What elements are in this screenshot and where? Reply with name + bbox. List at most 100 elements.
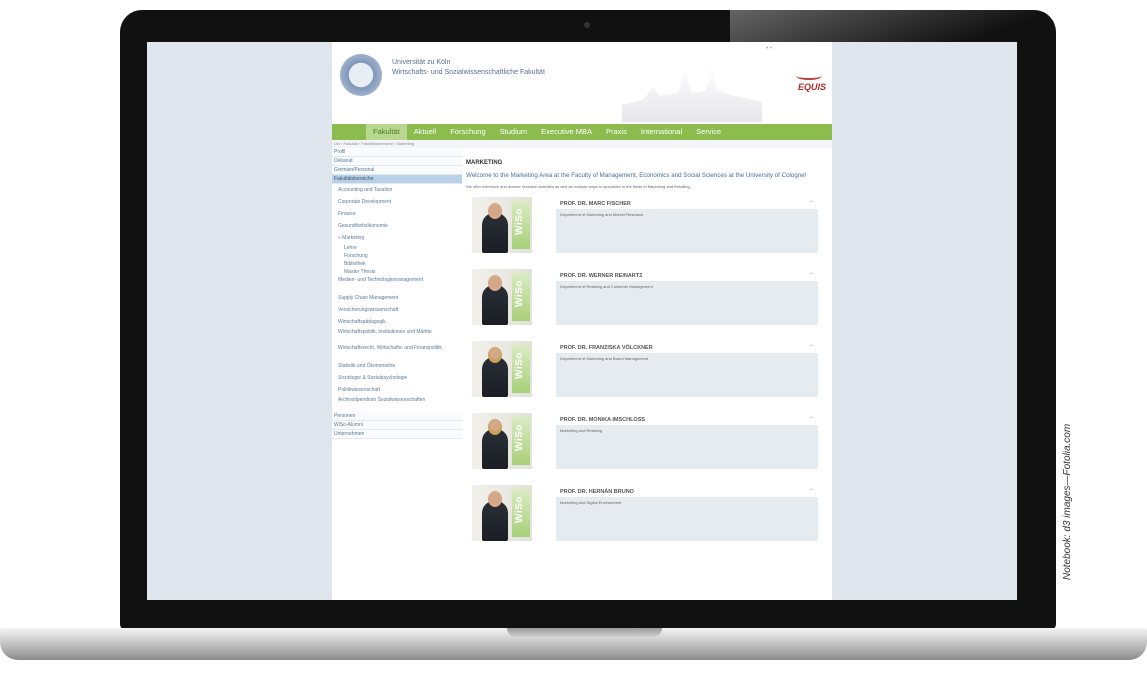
header-dots: • • <box>766 46 772 52</box>
professor-name[interactable]: PROF. DR. WERNER REINARTZ <box>556 269 818 281</box>
person-silhouette <box>482 501 508 541</box>
professor-name[interactable]: PROF. DR. MARC FISCHER <box>556 197 818 209</box>
main-navigation: Fakultät Aktuell Forschung Studium Execu… <box>332 124 832 140</box>
sidebar-item[interactable]: Lehre <box>332 244 462 252</box>
sidebar-item[interactable]: » Marketing <box>332 232 462 244</box>
nav-international[interactable]: International <box>634 124 689 140</box>
professor-card[interactable]: WiSo PROF. DR. HERNÁN BRUNO Marketing and … <box>466 485 832 545</box>
sidebar-item[interactable]: Personen <box>332 412 462 421</box>
welcome-text: Welcome to the Marketing Area at the Fac… <box>466 172 807 179</box>
sidebar-item[interactable]: Supply Chain Management <box>332 292 462 304</box>
nav-executive-mba[interactable]: Executive MBA <box>534 124 599 140</box>
sidebar-item[interactable]: Wirtschaftsrecht, Wirtschafts- und Finan… <box>332 344 462 360</box>
professor-list: WiSo PROF. DR. MARC FISCHER Department of … <box>466 197 832 545</box>
sidebar-item[interactable]: Archivstipendium Sozialwissenschaften <box>332 396 462 412</box>
laptop-scene: Universität zu Köln Wirtschafts- und Soz… <box>0 0 1147 673</box>
arrow-right-icon[interactable]: → <box>808 414 814 420</box>
equis-logo: EQUIS <box>797 82 826 92</box>
sidebar-item[interactable]: Bibliothek <box>332 260 462 268</box>
professor-department: Marketing and Digital Environment <box>560 500 622 505</box>
sidebar-item[interactable]: Accounting and Taxation <box>332 184 462 196</box>
person-silhouette <box>482 285 508 325</box>
intro-text: We offer extensive and diverse research … <box>466 184 691 189</box>
sidebar-item[interactable]: Versicherungswissenschaft <box>332 304 462 316</box>
laptop-screen: Universität zu Köln Wirtschafts- und Soz… <box>147 42 1017 600</box>
sidebar-item[interactable]: Statistik und Ökonometrie <box>332 360 462 372</box>
sidebar-item[interactable]: Wirtschaftspolitik, Institutionen und Mä… <box>332 328 462 344</box>
professor-name[interactable]: PROF. DR. FRANZISKA VÖLCKNER <box>556 341 818 353</box>
photo-credit: Notebook: d3 images—Fotolia.com <box>1062 423 1073 580</box>
university-seal-icon[interactable] <box>340 54 382 96</box>
sidebar-item[interactable]: Medien- und Technologiemanagement <box>332 276 462 292</box>
professor-name[interactable]: PROF. DR. HERNÁN BRUNO <box>556 485 818 497</box>
arrow-right-icon[interactable]: → <box>808 198 814 204</box>
sidebar-item[interactable]: Gremien/Personal <box>332 166 462 175</box>
person-head <box>488 419 502 435</box>
sidebar-item[interactable]: Dekanat <box>332 157 462 166</box>
wiso-badge-label: WiSo <box>514 208 525 235</box>
professor-department: Department of Retailing and Customer Man… <box>560 284 653 289</box>
wiso-badge: WiSo <box>512 273 530 321</box>
cathedral-skyline-image <box>622 66 762 122</box>
webcam-icon <box>584 22 590 28</box>
sidebar-item[interactable]: Forschung <box>332 252 462 260</box>
professor-info: PROF. DR. FRANZISKA VÖLCKNER Department o… <box>556 341 818 397</box>
sidebar-item[interactable]: Unternehmen <box>332 430 462 439</box>
laptop-hinge-notch <box>507 628 662 637</box>
wiso-badge-label: WiSo <box>514 424 525 451</box>
professor-photo[interactable]: WiSo <box>472 413 532 469</box>
equis-logo-swoosh <box>796 72 822 80</box>
arrow-right-icon[interactable]: → <box>808 270 814 276</box>
professor-department: Marketing and Retailing <box>560 428 603 433</box>
page-title: MARKETING <box>466 160 503 166</box>
university-website: Universität zu Köln Wirtschafts- und Soz… <box>332 42 832 600</box>
sidebar-item[interactable]: Corporate Development <box>332 196 462 208</box>
person-head <box>488 203 502 219</box>
wiso-badge: WiSo <box>512 345 530 393</box>
professor-card[interactable]: WiSo PROF. DR. FRANZISKA VÖLCKNER Departme… <box>466 341 832 401</box>
wiso-badge: WiSo <box>512 201 530 249</box>
professor-info: PROF. DR. WERNER REINARTZ Department of R… <box>556 269 818 325</box>
nav-fakultaet[interactable]: Fakultät <box>366 124 407 140</box>
arrow-right-icon[interactable]: → <box>808 486 814 492</box>
professor-info: PROF. DR. HERNÁN BRUNO Marketing and Digi… <box>556 485 818 541</box>
professor-info: PROF. DR. MONIKA IMSCHLOSS Marketing and … <box>556 413 818 469</box>
sidebar-item[interactable]: Fakultätsbereiche <box>332 175 462 184</box>
nav-service[interactable]: Service <box>689 124 728 140</box>
sidebar-item[interactable]: Soziologie & Sozialpsychologie <box>332 372 462 384</box>
professor-photo[interactable]: WiSo <box>472 269 532 325</box>
professor-card[interactable]: WiSo PROF. DR. MARC FISCHER Department of … <box>466 197 832 257</box>
professor-card[interactable]: WiSo PROF. DR. MONIKA IMSCHLOSS Marketing … <box>466 413 832 473</box>
professor-photo[interactable]: WiSo <box>472 485 532 541</box>
professor-photo[interactable]: WiSo <box>472 197 532 253</box>
sidebar-item[interactable]: Politikwissenschaft <box>332 384 462 396</box>
nav-forschung[interactable]: Forschung <box>443 124 492 140</box>
professor-department: Department of Marketing and Brand Manage… <box>560 356 649 361</box>
person-silhouette <box>482 429 508 469</box>
sidebar-item[interactable]: Profil <box>332 148 462 157</box>
sidebar-item[interactable]: Gesundheitsökonomie <box>332 220 462 232</box>
main-content: MARKETING Welcome to the Marketing Area … <box>466 148 832 545</box>
professor-department: Department of Marketing and Market Resea… <box>560 212 644 217</box>
sidebar-item[interactable]: Master Thesis <box>332 268 462 276</box>
sidebar-item[interactable]: Wirtschaftspädagogik <box>332 316 462 328</box>
person-head <box>488 275 502 291</box>
wiso-badge: WiSo <box>512 417 530 465</box>
nav-praxis[interactable]: Praxis <box>599 124 634 140</box>
professor-name[interactable]: PROF. DR. MONIKA IMSCHLOSS <box>556 413 818 425</box>
wiso-badge: WiSo <box>512 489 530 537</box>
wiso-badge-label: WiSo <box>514 280 525 307</box>
person-head <box>488 347 502 363</box>
sidebar-item[interactable]: WiSo-Alumni <box>332 421 462 430</box>
professor-photo[interactable]: WiSo <box>472 341 532 397</box>
sidebar-item[interactable]: Finance <box>332 208 462 220</box>
breadcrumb[interactable]: Uni › Fakultät › Fakultätsbereiche › Mar… <box>332 140 832 148</box>
professor-info: PROF. DR. MARC FISCHER Department of Mark… <box>556 197 818 253</box>
sidebar-navigation: Profil Dekanat Gremien/Personal Fakultätsbe… <box>332 148 462 439</box>
nav-studium[interactable]: Studium <box>493 124 535 140</box>
nav-aktuell[interactable]: Aktuell <box>407 124 444 140</box>
university-name[interactable]: Universität zu Köln Wirtschafts- und Soz… <box>392 58 545 78</box>
professor-card[interactable]: WiSo PROF. DR. WERNER REINARTZ Department … <box>466 269 832 329</box>
arrow-right-icon[interactable]: → <box>808 342 814 348</box>
person-silhouette <box>482 357 508 397</box>
